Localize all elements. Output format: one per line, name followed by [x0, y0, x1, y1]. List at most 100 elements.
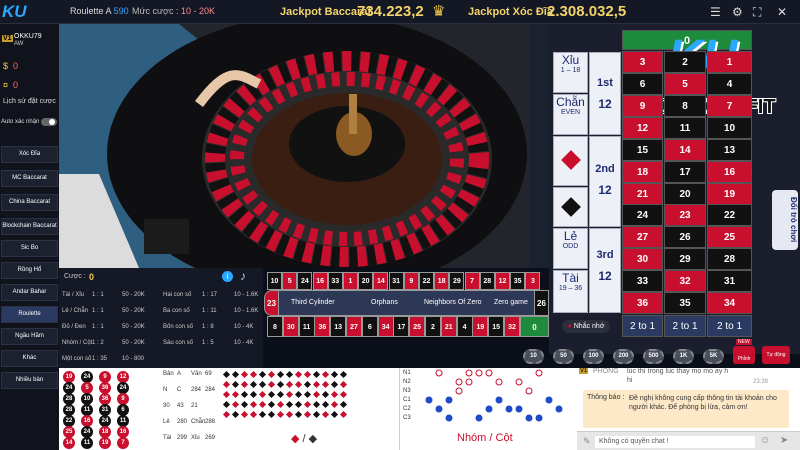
racetrack-number[interactable]: 36: [314, 316, 331, 337]
bet-number[interactable]: 13: [707, 139, 752, 161]
racetrack-number[interactable]: 29: [449, 272, 465, 290]
racetrack-number[interactable]: 3: [525, 272, 541, 290]
bet-number[interactable]: 26: [664, 226, 706, 248]
racetrack-number[interactable]: 22: [419, 272, 434, 290]
bet-dozen-1[interactable]: 1st 12: [589, 52, 621, 135]
chip-500[interactable]: 500: [643, 349, 664, 364]
sidebar-item-2[interactable]: China Baccarat: [1, 194, 58, 211]
fullscreen-icon[interactable]: ⛶: [753, 5, 761, 20]
racetrack-number[interactable]: 10: [267, 272, 282, 290]
bet-number[interactable]: 6: [622, 73, 663, 95]
auto-confirm-toggle[interactable]: [41, 118, 57, 126]
bet-number[interactable]: 7: [707, 95, 752, 117]
bet-number[interactable]: 4: [707, 73, 752, 95]
bet-number[interactable]: 36: [622, 292, 663, 314]
sidebar-item-7[interactable]: Roulette: [1, 306, 58, 323]
sidebar-item-0[interactable]: Xóc Đĩa: [1, 146, 58, 163]
racetrack-number[interactable]: 4: [456, 316, 473, 337]
sidebar-item-9[interactable]: Khác: [1, 350, 58, 367]
racetrack-number[interactable]: 16: [312, 272, 328, 290]
racetrack-number[interactable]: 12: [495, 272, 510, 290]
bet-xiu[interactable]: Xỉu 1 – 18: [553, 52, 588, 93]
auto-button[interactable]: Tự động: [762, 346, 790, 364]
racetrack-number[interactable]: 9: [403, 272, 419, 290]
racetrack-right-top[interactable]: 26: [534, 290, 549, 316]
racetrack-number[interactable]: 21: [440, 316, 457, 337]
bet-dozen-2[interactable]: 2nd 12: [589, 136, 621, 227]
bet-number[interactable]: 31: [707, 270, 752, 292]
racetrack-number[interactable]: 25: [409, 316, 426, 337]
sidebar-item-5[interactable]: Rồng Hổ: [1, 262, 58, 279]
bet-number[interactable]: 35: [664, 292, 706, 314]
emoji-icon[interactable]: ☺: [760, 435, 770, 446]
racetrack-number[interactable]: 18: [434, 272, 450, 290]
bet-number[interactable]: 22: [707, 204, 752, 226]
bet-number[interactable]: 30: [622, 248, 663, 270]
bet-number[interactable]: 16: [707, 161, 752, 183]
racetrack-zero[interactable]: 0: [520, 316, 549, 337]
bet-red[interactable]: [553, 136, 588, 186]
racetrack-number[interactable]: 35: [510, 272, 526, 290]
bet-number[interactable]: 1: [707, 51, 752, 73]
bet-number[interactable]: 11: [664, 117, 706, 139]
bet-number[interactable]: 5: [664, 73, 706, 95]
racetrack-number[interactable]: 14: [373, 272, 389, 290]
bet-number[interactable]: 20: [664, 183, 706, 205]
racetrack-number[interactable]: 7: [464, 272, 480, 290]
reminder-button[interactable]: ● Nhắc nhớ: [562, 320, 610, 333]
racetrack-number[interactable]: 24: [297, 272, 313, 290]
racetrack-number[interactable]: 20: [358, 272, 374, 290]
chip-5K[interactable]: 5K: [703, 349, 724, 364]
bet-number[interactable]: 3: [622, 51, 663, 73]
bet-chan[interactable]: Chẵn EVEN: [553, 94, 588, 135]
racetrack-left[interactable]: 23: [264, 290, 279, 316]
sidebar-item-8[interactable]: Ngầu Hầm: [1, 328, 58, 345]
bet-number[interactable]: 10: [707, 117, 752, 139]
bet-number[interactable]: 14: [664, 139, 706, 161]
bet-number[interactable]: 33: [622, 270, 663, 292]
bet-number[interactable]: 8: [664, 95, 706, 117]
chip-10[interactable]: 10: [523, 349, 544, 364]
racetrack-number[interactable]: 5: [282, 272, 298, 290]
zone-neighbors[interactable]: Neighbors Of Zero: [424, 299, 482, 306]
bet-column-1[interactable]: 2 to 1: [622, 315, 663, 337]
bet-number[interactable]: 29: [664, 248, 706, 270]
bet-number[interactable]: 28: [707, 248, 752, 270]
bet-history-link[interactable]: Lịch sử đặt cược: [3, 98, 56, 105]
send-icon[interactable]: ➤: [780, 435, 788, 446]
chip-200[interactable]: 200: [613, 349, 634, 364]
info-icon[interactable]: i: [222, 271, 233, 282]
bet-number[interactable]: 32: [664, 270, 706, 292]
racetrack-number[interactable]: 19: [472, 316, 489, 337]
racetrack-number[interactable]: 33: [327, 272, 343, 290]
bet-number[interactable]: 12: [622, 117, 663, 139]
settings-icon[interactable]: ⚙: [732, 5, 743, 19]
close-icon[interactable]: ✕: [777, 5, 787, 19]
chip-100[interactable]: 100: [583, 349, 604, 364]
zone-orphans[interactable]: Orphans: [371, 299, 398, 306]
sidebar-item-10[interactable]: Nhiều bàn: [1, 372, 58, 389]
racetrack-number[interactable]: 11: [298, 316, 315, 337]
bet-tai[interactable]: Tài 19 – 36: [553, 270, 588, 313]
racetrack-number[interactable]: 2: [425, 316, 441, 337]
racetrack-number[interactable]: 17: [393, 316, 410, 337]
bet-number[interactable]: 27: [622, 226, 663, 248]
bet-number[interactable]: 24: [622, 204, 663, 226]
zone-third-cylinder[interactable]: Third Cylinder: [291, 299, 335, 306]
racetrack-number[interactable]: 34: [377, 316, 394, 337]
racetrack-number[interactable]: 13: [330, 316, 347, 337]
racetrack-number[interactable]: 8: [267, 316, 283, 337]
bet-number[interactable]: 25: [707, 226, 752, 248]
bet-column-3[interactable]: 2 to 1: [707, 315, 752, 337]
bet-column-2[interactable]: 2 to 1: [664, 315, 706, 337]
bet-number[interactable]: 34: [707, 292, 752, 314]
chip-50[interactable]: 50: [553, 349, 574, 364]
zone-zero-game[interactable]: Zero game: [494, 299, 528, 306]
racetrack-number[interactable]: 32: [504, 316, 520, 337]
sidebar-item-1[interactable]: MC Baccarat: [1, 170, 58, 187]
racetrack-number[interactable]: 27: [346, 316, 362, 337]
sidebar-item-3[interactable]: Blockchain Baccarat: [1, 218, 58, 235]
bet-black[interactable]: [553, 187, 588, 227]
bet-number[interactable]: 17: [664, 161, 706, 183]
sidebar-item-4[interactable]: Sic Bo: [1, 240, 58, 257]
